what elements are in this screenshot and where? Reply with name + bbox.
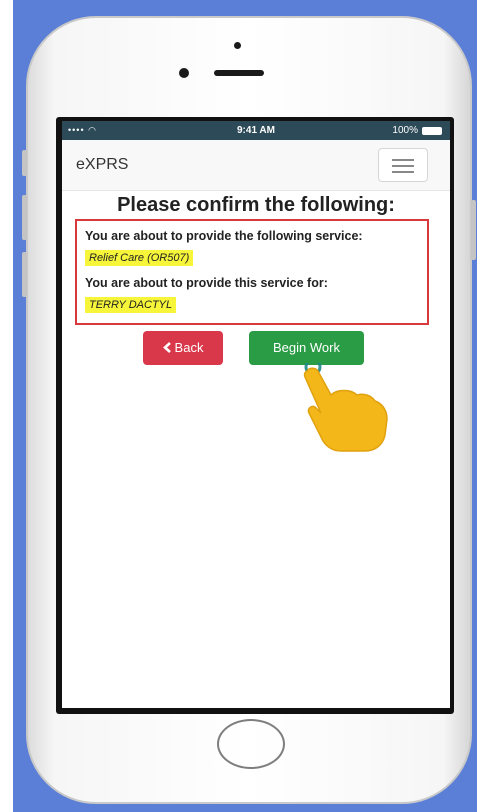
status-bar: •••• ◠ 9:41 AM 100% [62,121,450,140]
chevron-left-icon [162,342,171,353]
service-value: Relief Care (OR507) [85,250,194,266]
pointing-hand-icon [303,363,388,452]
proximity-sensor [234,42,241,49]
home-button[interactable] [217,719,285,769]
navbar: eXPRS [62,140,450,191]
backdrop-edge [0,0,13,812]
begin-work-label: Begin Work [273,340,340,355]
begin-work-button[interactable]: Begin Work [249,331,364,365]
earpiece-speaker [214,70,264,76]
phone-side-button-power [471,200,476,260]
front-camera [179,68,189,78]
battery-percentage: 100% [392,125,418,136]
service-prompt: You are about to provide the following s… [85,229,363,243]
client-value: TERRY DACTYL [85,297,177,313]
back-button-label: Back [174,340,204,355]
phone-side-button-silent [22,150,27,176]
page-title: Please confirm the following: [117,194,395,216]
confirmation-box: You are about to provide the following s… [75,219,429,325]
hamburger-icon[interactable] [378,148,428,182]
phone-side-button-volume-down [22,252,27,297]
battery-icon [422,127,442,135]
client-prompt: You are about to provide this service fo… [85,276,328,290]
app-brand[interactable]: eXPRS [76,156,128,174]
back-button[interactable]: Back [143,331,223,365]
phone-side-button-volume-up [22,195,27,240]
